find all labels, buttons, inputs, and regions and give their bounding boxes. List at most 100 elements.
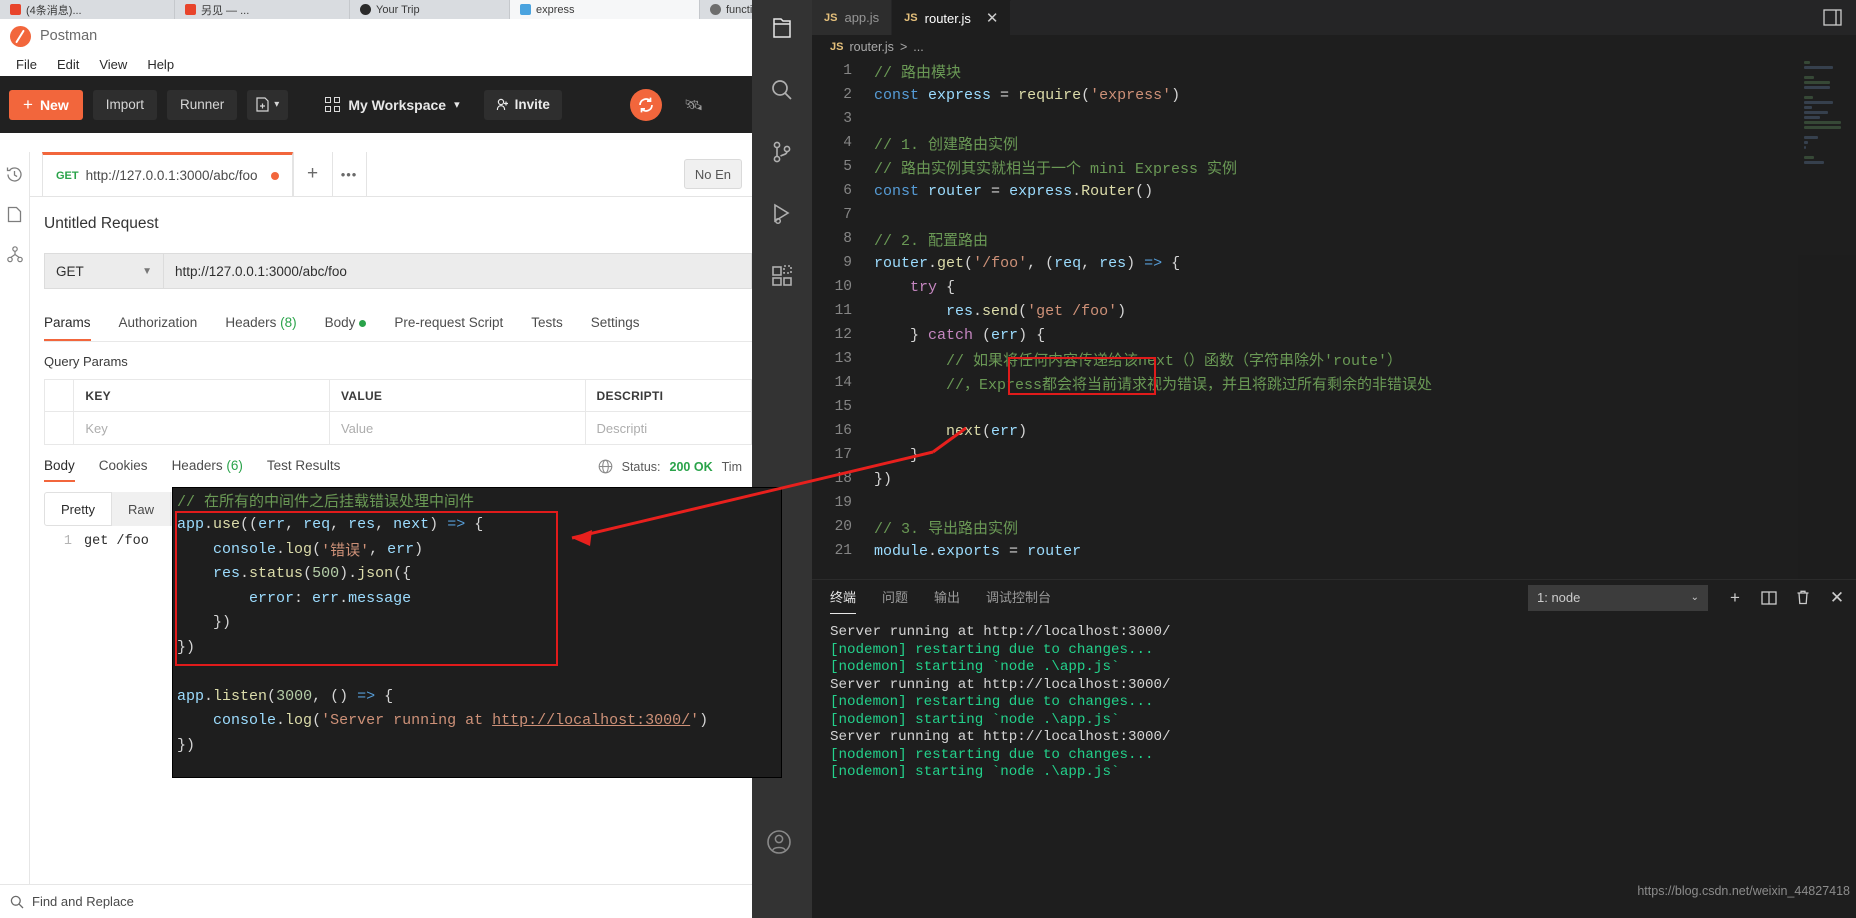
tab-authorization[interactable]: Authorization xyxy=(119,311,198,341)
tab-app-js[interactable]: JS app.js xyxy=(812,0,893,35)
table-row[interactable]: Key Value Descripti xyxy=(45,412,752,444)
menu-item-edit[interactable]: Edit xyxy=(47,55,89,74)
line-number: 3 xyxy=(843,111,852,127)
new-collection-button[interactable]: ▾ xyxy=(247,89,289,120)
tab-tests[interactable]: Tests xyxy=(531,311,563,341)
globe-icon xyxy=(598,459,612,474)
new-tab-button[interactable]: + xyxy=(292,152,333,196)
line-number: 2 xyxy=(843,87,852,103)
menu-item-help[interactable]: Help xyxy=(137,55,184,74)
runner-button[interactable]: Runner xyxy=(167,89,238,120)
minimap-line xyxy=(1804,136,1819,139)
terminal-output[interactable]: Server running at http://localhost:3000/… xyxy=(830,624,1846,918)
browser-tab[interactable]: 另见 — ... xyxy=(175,0,350,19)
workspace-selector[interactable]: My Workspace ▾ xyxy=(325,97,460,113)
terminal-select[interactable]: 1: node ⌄ xyxy=(1528,584,1708,611)
response-tab-cookies[interactable]: Cookies xyxy=(99,458,148,482)
source-control-icon[interactable] xyxy=(758,132,806,172)
browser-tab-active[interactable]: express xyxy=(510,0,700,19)
tab-body[interactable]: Body xyxy=(325,311,367,341)
code-line: 4 // 1. 创建路由实例 xyxy=(812,131,1856,155)
favicon-icon xyxy=(360,4,371,15)
search-icon xyxy=(10,895,24,908)
collections-icon[interactable] xyxy=(7,206,22,223)
menu-item-file[interactable]: File xyxy=(6,55,47,74)
request-name[interactable]: Untitled Request xyxy=(30,197,752,233)
panel-tab-problems[interactable]: 问题 xyxy=(882,581,908,614)
run-debug-icon[interactable] xyxy=(758,194,806,234)
breadcrumb-file: router.js xyxy=(849,40,894,54)
line-number: 18 xyxy=(834,471,852,487)
breadcrumb[interactable]: JS router.js > ... xyxy=(812,35,1856,59)
environment-selector[interactable]: No En xyxy=(683,159,742,189)
code-editor[interactable]: 1 // 路由模块 2 const express = require('expres… xyxy=(812,59,1856,579)
column-header-value: VALUE xyxy=(330,380,586,411)
code-line: 6 const router = express.Router() xyxy=(812,179,1856,203)
overlay-code-line: // 在所有的中间件之后挂载错误处理中间件 xyxy=(177,493,475,511)
request-tab[interactable]: GET http://127.0.0.1:3000/abc/foo xyxy=(42,152,293,196)
panel-tab-terminal[interactable]: 终端 xyxy=(830,581,857,614)
new-terminal-button[interactable]: + xyxy=(1720,583,1750,613)
minimap-line xyxy=(1804,146,1806,149)
panel-tab-output-label: 输出 xyxy=(934,590,961,605)
browser-tab[interactable]: (4条消息)... xyxy=(0,0,175,19)
menu-item-view[interactable]: View xyxy=(89,55,137,74)
browser-tab[interactable]: Your Trip xyxy=(350,0,510,19)
format-tab-pretty[interactable]: Pretty xyxy=(44,492,112,526)
code-line: 11 res.send('get /foo') xyxy=(812,299,1856,323)
collection-plus-icon xyxy=(256,97,269,112)
minimap[interactable] xyxy=(1798,59,1856,579)
vscode-window: JS app.js JS router.js ✕ JS router.js > … xyxy=(752,0,1856,918)
tab-headers[interactable]: Headers (8) xyxy=(225,311,296,341)
value-input[interactable]: Value xyxy=(330,412,586,444)
new-button[interactable]: + New xyxy=(9,89,83,120)
url-input[interactable]: http://127.0.0.1:3000/abc/foo xyxy=(163,253,752,289)
split-editor-icon[interactable] xyxy=(1809,0,1856,35)
kill-terminal-button[interactable] xyxy=(1788,583,1818,613)
find-and-replace-bar[interactable]: Find and Replace xyxy=(0,884,752,918)
import-button[interactable]: Import xyxy=(92,89,157,120)
minimap-line xyxy=(1804,86,1831,89)
key-input[interactable]: Key xyxy=(74,412,330,444)
tab-router-js[interactable]: JS router.js ✕ xyxy=(892,0,1012,35)
tab-params[interactable]: Params xyxy=(44,311,91,341)
code-line: 10 try { xyxy=(812,275,1856,299)
close-icon[interactable]: ✕ xyxy=(986,9,999,27)
method-select[interactable]: GET ▼ xyxy=(44,253,163,289)
response-tab-headers-count: (6) xyxy=(226,458,243,473)
body-present-dot-icon xyxy=(359,319,367,327)
close-panel-button[interactable]: ✕ xyxy=(1822,583,1852,613)
tab-options-button[interactable]: ••• xyxy=(333,152,367,196)
format-tab-raw[interactable]: Raw xyxy=(111,492,171,526)
panel-tab-debug-console[interactable]: 调试控制台 xyxy=(986,581,1051,614)
account-icon[interactable] xyxy=(766,829,792,860)
satellite-icon[interactable]: 🛰 xyxy=(684,96,703,114)
description-input[interactable]: Descripti xyxy=(586,412,752,444)
line-number: 20 xyxy=(834,519,852,535)
minimap-line xyxy=(1804,121,1842,124)
tab-pre-request-script[interactable]: Pre-request Script xyxy=(394,311,503,341)
sync-button[interactable] xyxy=(629,88,662,121)
response-tab-headers[interactable]: Headers (6) xyxy=(172,458,243,482)
code-line: 13 // 如果将任何内容传递给该next（）函数（字符串除外'route'） xyxy=(812,347,1856,371)
apis-icon[interactable] xyxy=(6,246,23,263)
panel-tab-output[interactable]: 输出 xyxy=(934,581,960,614)
overlay-code-line: }) xyxy=(177,614,232,632)
tab-settings[interactable]: Settings xyxy=(591,311,640,341)
invite-button[interactable]: Invite xyxy=(483,89,562,120)
search-icon[interactable] xyxy=(758,70,806,110)
response-tab-body[interactable]: Body xyxy=(44,458,75,482)
code-line: 8 // 2. 配置路由 xyxy=(812,227,1856,251)
split-terminal-button[interactable] xyxy=(1754,583,1784,613)
checkbox-cell[interactable] xyxy=(45,412,75,444)
code-text: const express = require('express') xyxy=(874,86,1181,104)
code-text: res.send('get /foo') xyxy=(946,302,1127,320)
extensions-icon[interactable] xyxy=(758,256,806,296)
grid-icon xyxy=(325,97,341,112)
explorer-icon[interactable] xyxy=(758,8,806,48)
minimap-line xyxy=(1804,156,1815,159)
postman-window: Postman File Edit View Help + New Import… xyxy=(0,19,752,918)
history-icon[interactable] xyxy=(6,166,23,183)
response-tab-test-results[interactable]: Test Results xyxy=(267,458,341,482)
person-add-icon xyxy=(496,98,508,111)
